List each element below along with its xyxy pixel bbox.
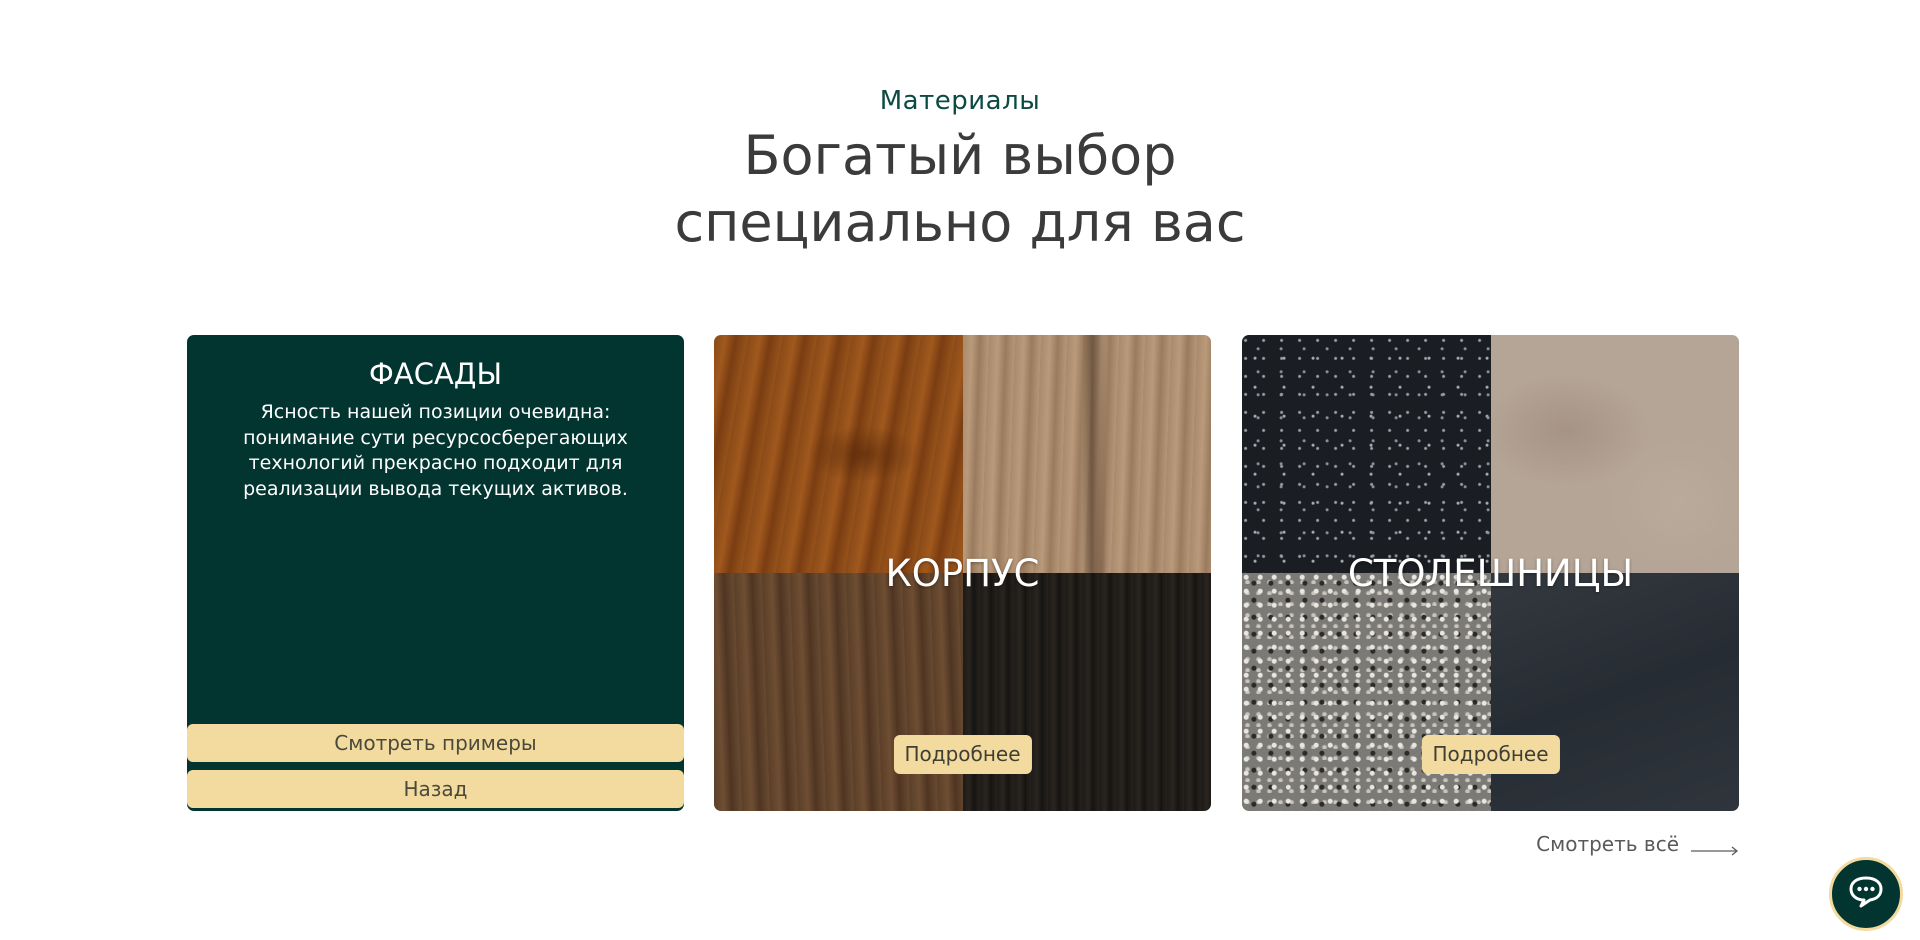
card-title: ФАСАДЫ [368,357,503,391]
section-heading: Богатый выбор специально для вас [0,122,1920,256]
card-body[interactable]: КОРПУС Подробнее [714,335,1211,811]
wood-texture-tile [962,335,1211,573]
stone-texture-tile [1242,573,1491,811]
stone-texture-tile [1490,335,1739,573]
heading-line-1: Богатый выбор [743,124,1177,187]
chat-bubble-icon [1848,875,1884,913]
card-title: КОРПУС [885,552,1040,595]
card-countertops[interactable]: СТОЛЕШНИЦЫ Подробнее [1242,335,1739,811]
arrow-right-icon [1691,838,1739,856]
section-eyebrow: Материалы [879,86,1041,116]
see-all-label: Смотреть всё [1536,832,1679,856]
chat-button[interactable] [1829,857,1903,931]
see-all-link[interactable]: Смотреть всё [1536,832,1739,856]
materials-section: Материалы Богатый выбор специально для в… [0,0,1920,940]
view-examples-button[interactable]: Смотреть примеры [187,724,684,762]
wood-texture-tile [714,573,963,811]
stone-texture-tile [1490,573,1739,811]
card-facades: ФАСАДЫ Ясность нашей позиции очевидна: п… [187,335,684,811]
details-button[interactable]: Подробнее [893,735,1032,774]
details-button[interactable]: Подробнее [1421,735,1560,774]
wood-texture-tile [714,335,963,573]
wood-texture-tile [962,573,1211,811]
card-description: Ясность нашей позиции очевидна: понимани… [243,401,628,500]
back-button[interactable]: Назад [187,770,684,808]
stone-texture-tile [1242,335,1491,573]
card-title: СТОЛЕШНИЦЫ [1347,552,1634,595]
heading-line-2: специально для вас [674,191,1246,254]
